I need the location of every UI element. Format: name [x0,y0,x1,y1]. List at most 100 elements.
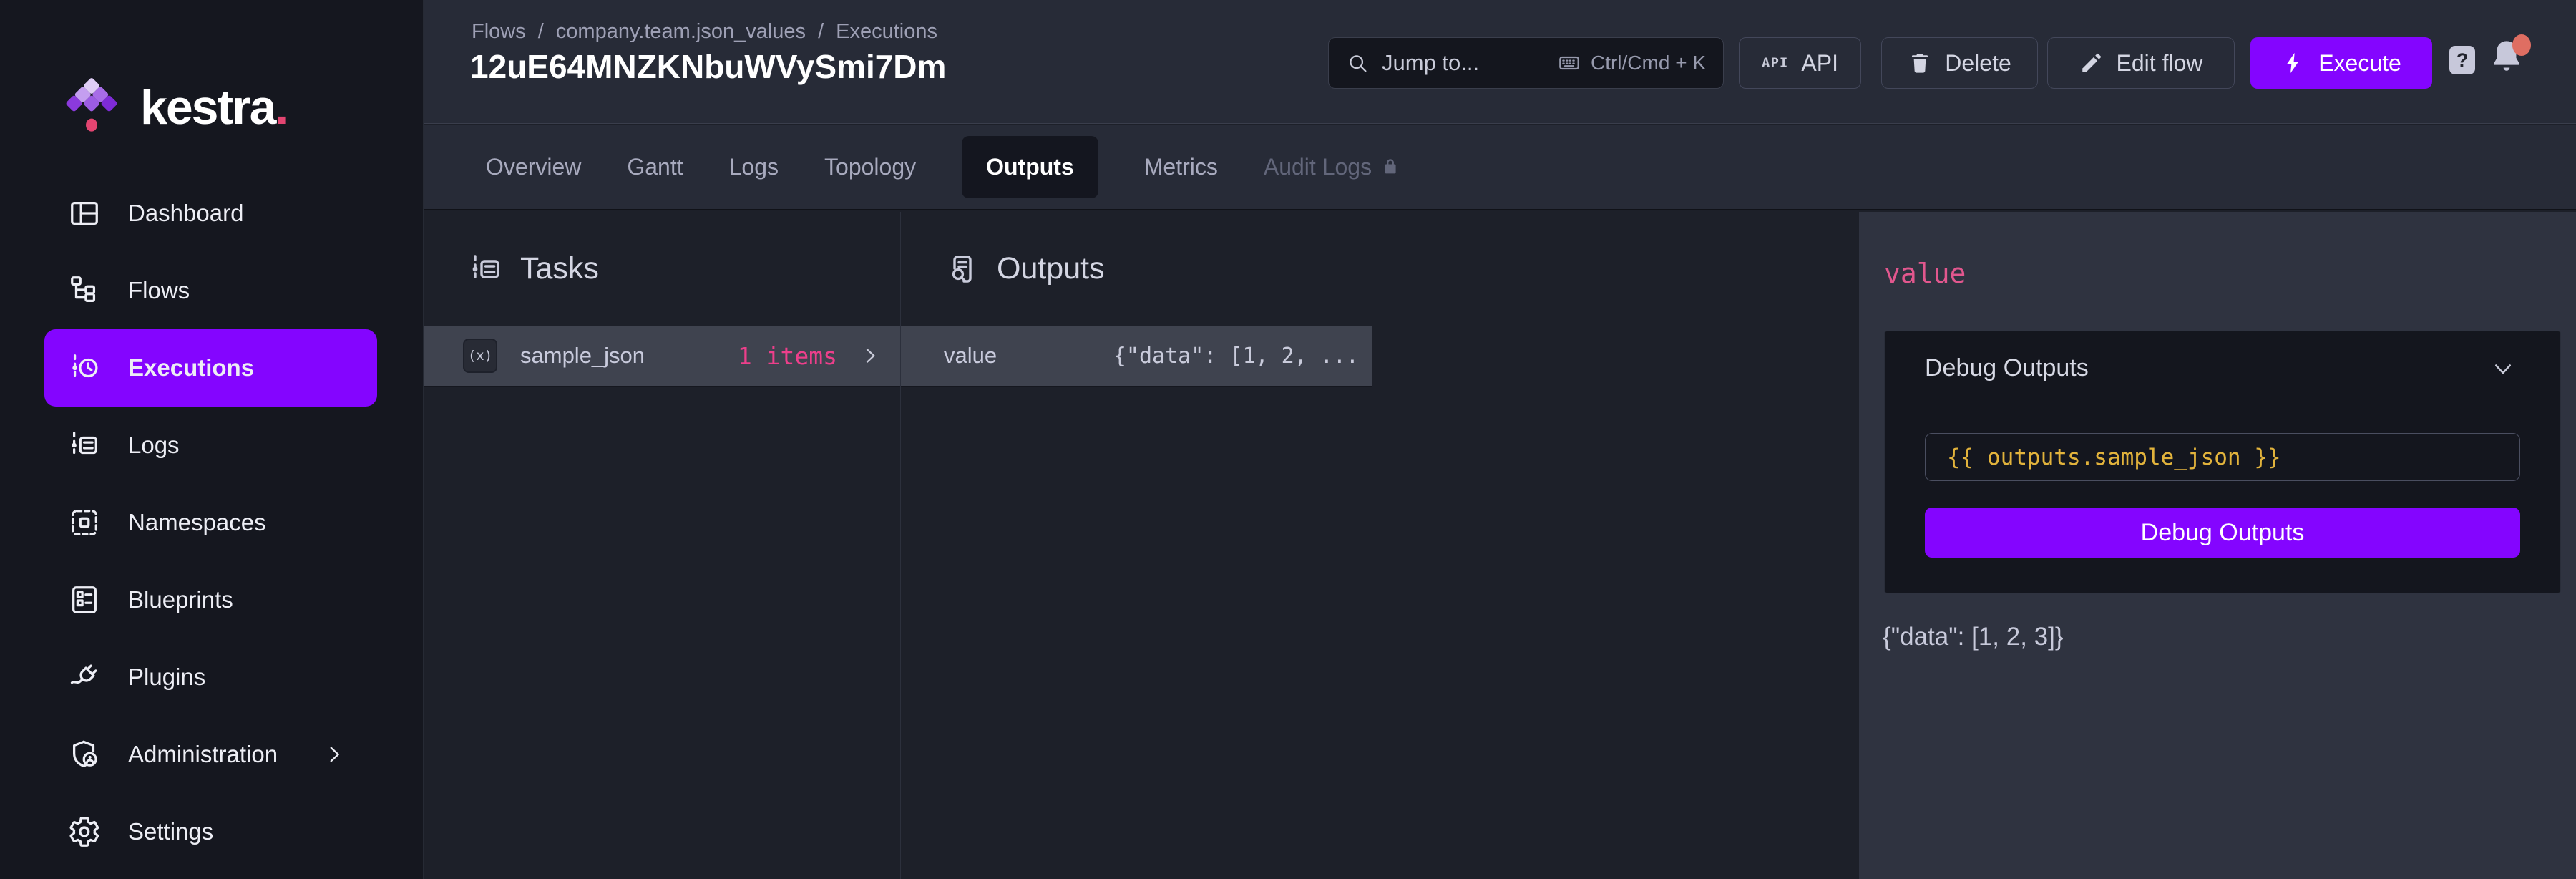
execute-button[interactable]: Execute [2250,37,2432,89]
jump-to-search[interactable]: Jump to... Ctrl/Cmd + K [1328,37,1724,89]
executions-icon [68,351,101,384]
tab-audit-logs[interactable]: Audit Logs [1264,154,1400,180]
breadcrumb-executions[interactable]: Executions [836,20,937,44]
gear-icon [68,815,101,848]
lock-icon [1380,157,1400,177]
output-detail-panel: value Debug Outputs {{ outputs.sample_js… [1859,212,2576,879]
tab-audit-logs-label: Audit Logs [1264,154,1372,180]
tab-gantt[interactable]: Gantt [627,154,683,180]
administration-icon [68,738,101,771]
selected-output-heading: value [1884,258,1966,289]
outputs-content: Tasks (x) sample_json 1 items Outputs [424,212,2576,879]
trash-icon [1908,51,1932,75]
debug-outputs-card: Debug Outputs {{ outputs.sample_json }} … [1884,331,2561,593]
namespaces-icon [68,506,101,539]
tab-logs[interactable]: Logs [729,154,779,180]
output-value-result: {"data": [1, 2, 3]} [1883,623,2064,651]
execution-tabs: Overview Gantt Logs Topology Outputs Met… [424,125,2576,210]
sidebar-nav: Dashboard Flows Executions Lo [0,175,423,870]
edit-flow-button-label: Edit flow [2117,50,2203,77]
tasks-panel: Tasks (x) sample_json 1 items [424,212,901,879]
output-preview: {"data": [1, 2, ... [1113,344,1359,369]
api-button[interactable]: API API [1739,37,1861,89]
debug-card-header[interactable]: Debug Outputs [1885,331,2560,382]
tab-metrics[interactable]: Metrics [1144,154,1218,180]
sidebar-item-settings[interactable]: Settings [0,793,423,870]
sidebar-item-plugins[interactable]: Plugins [0,638,423,716]
sidebar-item-label: Namespaces [128,509,266,536]
jump-to-placeholder: Jump to... [1382,50,1479,76]
help-button[interactable]: ? [2449,46,2475,74]
outputs-panel: Outputs value {"data": [1, 2, ... [901,212,1372,879]
notification-dot [2512,34,2531,56]
sidebar-item-label: Settings [128,818,213,845]
next-level-empty-column [1372,212,1859,879]
sidebar-item-label: Plugins [128,664,205,691]
page-header: Flows / company.team.json_values / Execu… [424,0,2576,124]
debug-card-title: Debug Outputs [1925,354,2089,382]
logs-icon [68,429,101,462]
debug-outputs-button[interactable]: Debug Outputs [1925,508,2520,558]
chevron-right-icon [859,344,882,367]
breadcrumb-namespace[interactable]: company.team.json_values [556,20,806,44]
sidebar-item-label: Blueprints [128,586,233,613]
tab-topology[interactable]: Topology [824,154,916,180]
sidebar: kestra. Dashboard Flows Executions [0,0,424,879]
sidebar-item-label: Logs [128,432,180,459]
edit-flow-button[interactable]: Edit flow [2047,37,2235,89]
lightning-bolt-icon [2281,51,2306,75]
flows-icon [68,274,101,307]
breadcrumb-separator: / [538,20,544,44]
api-mini-icon: API [1762,55,1788,71]
tasks-panel-title: Tasks [520,251,599,286]
sidebar-item-label: Administration [128,741,278,768]
sidebar-item-executions[interactable]: Executions [44,329,377,407]
plugins-icon [68,661,101,694]
execute-button-label: Execute [2318,50,2401,77]
sidebar-item-logs[interactable]: Logs [0,407,423,484]
sidebar-item-label: Executions [128,354,254,382]
document-search-icon [945,252,980,286]
task-row-sample-json[interactable]: (x) sample_json 1 items [424,326,900,387]
sidebar-item-administration[interactable]: Administration [0,716,423,793]
chevron-down-icon [2490,356,2516,382]
output-row-value[interactable]: value {"data": [1, 2, ... [901,326,1372,387]
tasks-panel-header: Tasks [424,212,900,326]
brand-wordmark: kestra. [140,79,287,135]
kestra-logo[interactable]: kestra. [63,74,287,140]
task-name: sample_json [520,343,645,369]
tasks-timeline-icon [469,252,503,286]
kestra-diamonds-icon [63,74,120,140]
sidebar-item-blueprints[interactable]: Blueprints [0,561,423,638]
dashboard-icon [68,197,101,230]
output-key: value [944,343,997,369]
execution-id-title: 12uE64MNZKNbuWVySmi7Dm [470,47,946,86]
expression-input[interactable]: {{ outputs.sample_json }} [1925,433,2520,481]
search-icon [1346,52,1369,74]
delete-button-label: Delete [1945,50,2011,77]
sidebar-item-flows[interactable]: Flows [0,252,423,329]
sidebar-item-label: Flows [128,277,190,304]
main-area: Flows / company.team.json_values / Execu… [424,0,2576,879]
breadcrumb-flows[interactable]: Flows [472,20,526,44]
delete-button[interactable]: Delete [1881,37,2038,89]
sidebar-item-label: Dashboard [128,200,243,227]
keyboard-icon [1558,52,1581,74]
breadcrumb-separator: / [818,20,824,44]
tab-outputs[interactable]: Outputs [962,136,1098,198]
sidebar-item-dashboard[interactable]: Dashboard [0,175,423,252]
blueprints-icon [68,583,101,616]
outputs-panel-header: Outputs [901,212,1372,326]
task-type-icon: (x) [463,339,497,373]
shortcut-label: Ctrl/Cmd + K [1591,52,1706,74]
tab-overview[interactable]: Overview [486,154,581,180]
sidebar-item-namespaces[interactable]: Namespaces [0,484,423,561]
api-button-label: API [1801,50,1838,77]
outputs-panel-title: Outputs [997,251,1105,286]
pencil-icon [2079,51,2104,75]
notifications-bell-button[interactable] [2488,36,2528,79]
question-mark-icon: ? [2457,49,2469,72]
task-items-badge: 1 items [738,342,837,370]
chevron-right-icon [322,742,346,767]
breadcrumb[interactable]: Flows / company.team.json_values / Execu… [472,20,937,44]
